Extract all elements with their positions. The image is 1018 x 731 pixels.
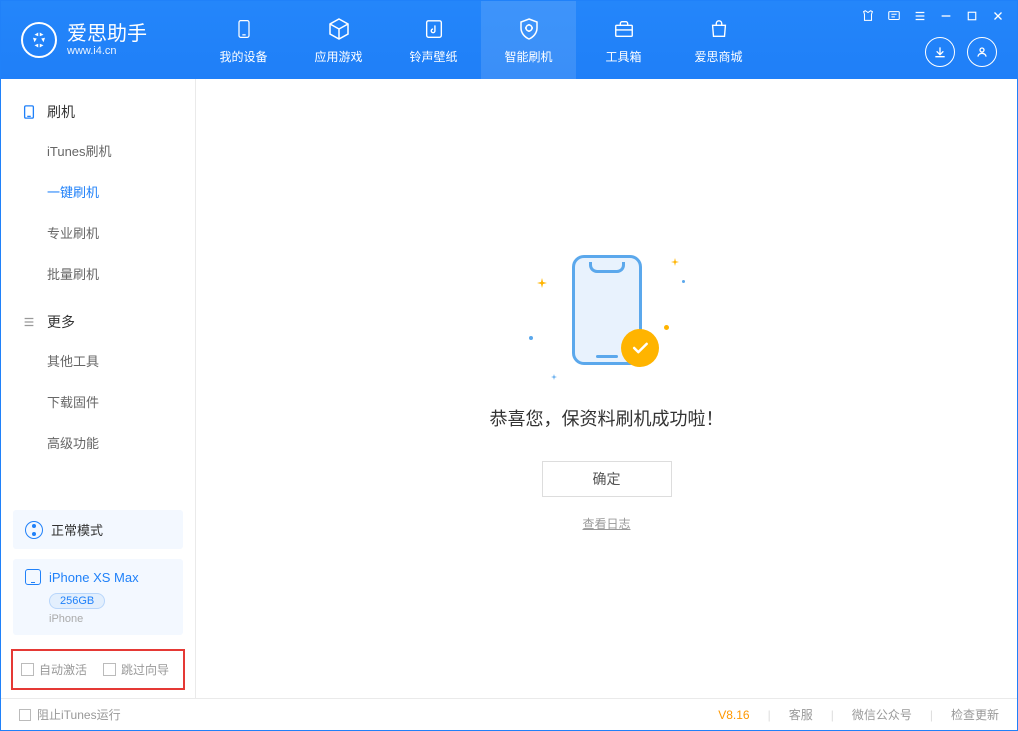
version-label: V8.16 [718, 708, 749, 722]
feedback-icon[interactable] [885, 7, 903, 25]
list-icon [21, 314, 37, 330]
maximize-icon[interactable] [963, 7, 981, 25]
skip-guide-checkbox[interactable]: 跳过向导 [103, 661, 169, 678]
block-itunes-checkbox[interactable]: 阻止iTunes运行 [19, 706, 121, 723]
sparkle-icon [551, 367, 557, 373]
body: 刷机 iTunes刷机 一键刷机 专业刷机 批量刷机 更多 其他工具 下载固件 … [1, 79, 1017, 698]
sidebar: 刷机 iTunes刷机 一键刷机 专业刷机 批量刷机 更多 其他工具 下载固件 … [1, 79, 196, 698]
bag-icon [706, 16, 732, 42]
device-box[interactable]: iPhone XS Max 256GB iPhone [13, 559, 183, 635]
sidebar-item-pro[interactable]: 专业刷机 [1, 212, 195, 253]
download-icon[interactable] [925, 37, 955, 67]
mode-icon [25, 521, 43, 539]
sparkle-icon [671, 253, 679, 261]
app-url: www.i4.cn [67, 45, 147, 57]
nav-device[interactable]: 我的设备 [196, 1, 291, 79]
ok-button[interactable]: 确定 [542, 461, 672, 497]
device-icon [231, 16, 257, 42]
nav-flash[interactable]: 智能刷机 [481, 1, 576, 79]
shield-icon [516, 16, 542, 42]
footer: 阻止iTunes运行 V8.16 | 客服 | 微信公众号 | 检查更新 [1, 698, 1017, 730]
app-name: 爱思助手 [67, 23, 147, 45]
close-icon[interactable] [989, 7, 1007, 25]
dot-icon [664, 325, 669, 330]
phone-icon [21, 104, 37, 120]
shirt-icon[interactable] [859, 7, 877, 25]
nav-ring[interactable]: 铃声壁纸 [386, 1, 481, 79]
device-panel: 正常模式 iPhone XS Max 256GB iPhone [1, 500, 195, 645]
dot-icon [682, 280, 685, 283]
auto-activate-checkbox[interactable]: 自动激活 [21, 661, 87, 678]
menu-icon[interactable] [911, 7, 929, 25]
logo-area[interactable]: 爱思助手 www.i4.cn [1, 22, 196, 58]
nav-store[interactable]: 爱思商城 [671, 1, 766, 79]
options-box: 自动激活 跳过向导 [11, 649, 185, 690]
sidebar-item-other[interactable]: 其他工具 [1, 340, 195, 381]
minimize-icon[interactable] [937, 7, 955, 25]
sparkle-icon [537, 275, 547, 285]
nav: 我的设备 应用游戏 铃声壁纸 智能刷机 工具箱 爱思商城 [196, 1, 766, 79]
sidebar-item-batch[interactable]: 批量刷机 [1, 253, 195, 294]
sidebar-item-onekey[interactable]: 一键刷机 [1, 171, 195, 212]
window-controls [859, 7, 1007, 25]
sidebar-item-itunes[interactable]: iTunes刷机 [1, 130, 195, 171]
mode-box[interactable]: 正常模式 [13, 510, 183, 549]
view-log-link[interactable]: 查看日志 [582, 515, 630, 532]
app-window: 爱思助手 www.i4.cn 我的设备 应用游戏 铃声壁纸 智能刷机 [0, 0, 1018, 731]
header: 爱思助手 www.i4.cn 我的设备 应用游戏 铃声壁纸 智能刷机 [1, 1, 1017, 79]
support-link[interactable]: 客服 [789, 706, 813, 723]
update-link[interactable]: 检查更新 [951, 706, 999, 723]
checkbox-icon [21, 663, 34, 676]
check-badge-icon [621, 329, 659, 367]
dot-icon [529, 336, 533, 340]
logo-icon [21, 22, 57, 58]
sidebar-item-advanced[interactable]: 高级功能 [1, 422, 195, 463]
checkbox-icon [103, 663, 116, 676]
sidebar-group-more: 更多 [1, 304, 195, 340]
success-message: 恭喜您，保资料刷机成功啦！ [490, 405, 724, 431]
sidebar-item-download[interactable]: 下载固件 [1, 381, 195, 422]
success-illustration [527, 245, 687, 385]
user-icon[interactable] [967, 37, 997, 67]
nav-apps[interactable]: 应用游戏 [291, 1, 386, 79]
wechat-link[interactable]: 微信公众号 [852, 706, 912, 723]
cube-icon [326, 16, 352, 42]
checkbox-icon [19, 709, 31, 721]
header-actions [925, 37, 997, 67]
sidebar-group-flash: 刷机 [1, 94, 195, 130]
toolbox-icon [611, 16, 637, 42]
storage-badge: 256GB [49, 593, 105, 609]
music-icon [421, 16, 447, 42]
nav-tools[interactable]: 工具箱 [576, 1, 671, 79]
main-content: 恭喜您，保资料刷机成功啦！ 确定 查看日志 [196, 79, 1017, 698]
device-phone-icon [25, 569, 41, 585]
